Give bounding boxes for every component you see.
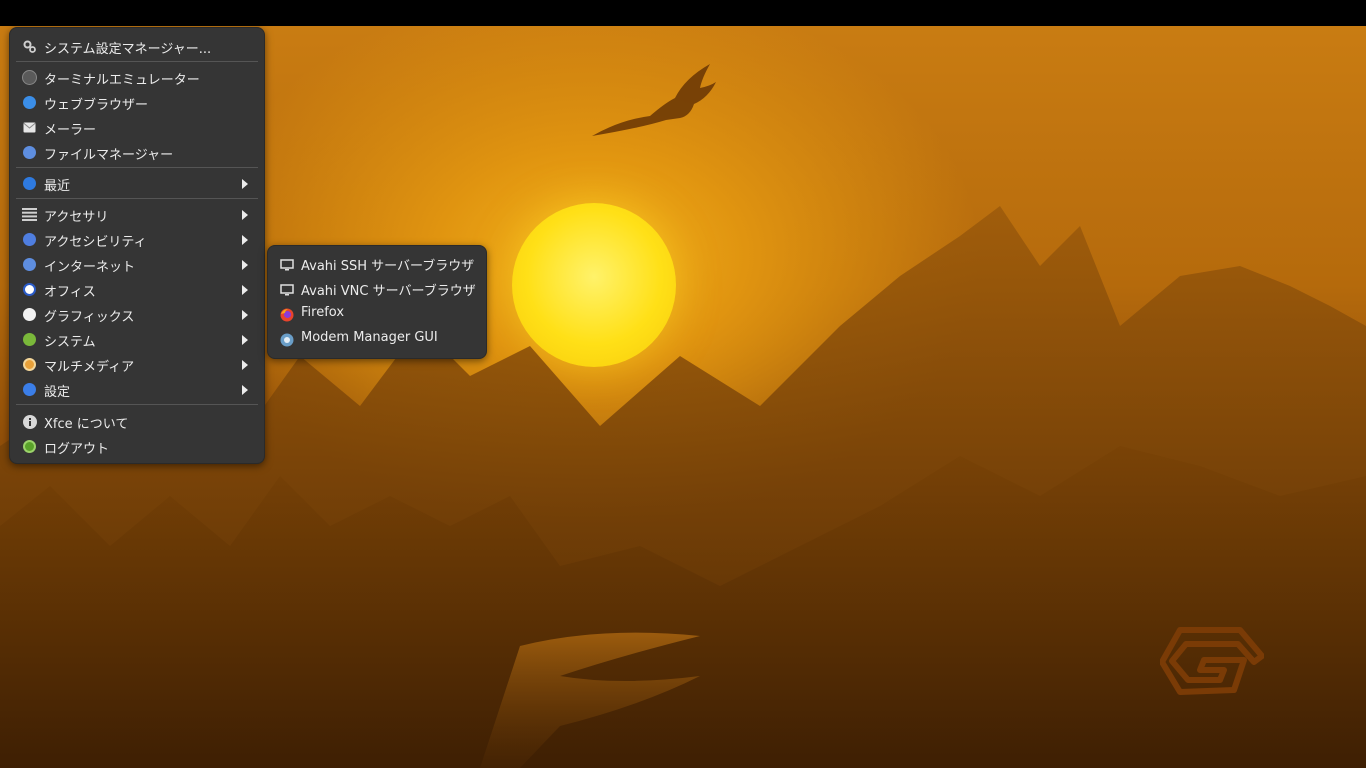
menu-item-label: 設定 xyxy=(44,385,71,400)
chevron-right-icon xyxy=(242,335,248,345)
menu-item-category-settings[interactable]: 設定 xyxy=(10,377,264,402)
menu-item-logout[interactable]: ログアウト xyxy=(10,434,264,459)
firefox-icon xyxy=(279,307,294,322)
menu-item-file-manager[interactable]: ファイルマネージャー xyxy=(10,140,264,165)
modem-manager-icon xyxy=(279,332,294,347)
system-icon xyxy=(22,332,37,347)
submenu-item-label: Firefox xyxy=(301,305,345,320)
submenu-item-avahi-ssh[interactable]: Avahi SSH サーバーブラウザ xyxy=(268,252,486,277)
accessibility-icon xyxy=(22,232,37,247)
web-browser-icon xyxy=(22,95,37,110)
eagle-graphic xyxy=(592,64,716,136)
multimedia-icon xyxy=(22,357,37,372)
settings-gear-icon xyxy=(22,39,37,54)
applications-menu: システム設定マネージャー... ターミナルエミュレーター ウェブブラウザー メー… xyxy=(9,27,265,464)
menu-separator xyxy=(16,167,258,168)
menu-item-mail[interactable]: メーラー xyxy=(10,115,264,140)
menu-separator xyxy=(16,61,258,62)
submenu-item-label: Modem Manager GUI xyxy=(301,330,438,345)
submenu-item-label: Avahi SSH サーバーブラウザ xyxy=(301,259,475,274)
chevron-right-icon xyxy=(242,360,248,370)
menu-item-label: ターミナルエミュレーター xyxy=(44,73,200,88)
menu-item-label: ログアウト xyxy=(44,442,110,457)
menu-item-web-browser[interactable]: ウェブブラウザー xyxy=(10,90,264,115)
menu-item-label: システム設定マネージャー... xyxy=(44,42,212,57)
menu-item-label: メーラー xyxy=(44,123,97,138)
recent-icon xyxy=(22,176,37,191)
menu-item-label: アクセサリ xyxy=(44,210,109,225)
logout-icon xyxy=(22,439,37,454)
distro-logo xyxy=(1160,627,1264,695)
menu-item-category-accessibility[interactable]: アクセシビリティ xyxy=(10,227,264,252)
chevron-right-icon xyxy=(242,285,248,295)
menu-item-category-graphics[interactable]: グラフィックス xyxy=(10,302,264,327)
file-manager-icon xyxy=(22,145,37,160)
chevron-right-icon xyxy=(242,210,248,220)
menu-item-label: マルチメディア xyxy=(44,360,135,375)
menu-item-label: ファイルマネージャー xyxy=(44,148,174,163)
menu-separator xyxy=(16,404,258,405)
submenu-item-label: Avahi VNC サーバーブラウザ xyxy=(301,284,476,299)
menu-item-label: オフィス xyxy=(44,285,96,300)
terminal-icon xyxy=(22,70,37,85)
menu-item-settings-manager[interactable]: システム設定マネージャー... xyxy=(10,34,264,59)
menu-item-label: アクセシビリティ xyxy=(44,235,147,250)
menu-item-label: ウェブブラウザー xyxy=(44,98,149,113)
top-panel xyxy=(0,0,1366,26)
menu-item-label: 最近 xyxy=(44,179,71,194)
settings-icon xyxy=(22,382,37,397)
menu-item-label: グラフィックス xyxy=(44,310,135,325)
menu-item-label: インターネット xyxy=(44,260,136,275)
menu-item-terminal[interactable]: ターミナルエミュレーター xyxy=(10,65,264,90)
office-icon xyxy=(22,282,37,297)
graphics-icon xyxy=(22,307,37,322)
submenu-item-firefox[interactable]: Firefox xyxy=(268,302,486,327)
monitor-icon xyxy=(279,282,294,297)
menu-item-recent[interactable]: 最近 xyxy=(10,171,264,196)
mail-icon xyxy=(22,120,37,135)
menu-separator xyxy=(16,198,258,199)
submenu-item-modem-manager[interactable]: Modem Manager GUI xyxy=(268,327,486,352)
menu-item-category-accessories[interactable]: アクセサリ xyxy=(10,202,264,227)
menu-item-category-multimedia[interactable]: マルチメディア xyxy=(10,352,264,377)
chevron-right-icon xyxy=(242,310,248,320)
internet-icon xyxy=(22,257,37,272)
list-icon xyxy=(22,207,37,222)
menu-item-label: システム xyxy=(44,335,96,350)
menu-item-about-xfce[interactable]: Xfce について xyxy=(10,409,264,434)
menu-item-category-internet[interactable]: インターネット xyxy=(10,252,264,277)
chevron-right-icon xyxy=(242,235,248,245)
menu-item-category-office[interactable]: オフィス xyxy=(10,277,264,302)
internet-submenu: Avahi SSH サーバーブラウザ Avahi VNC サーバーブラウザ Fi… xyxy=(267,245,487,359)
chevron-right-icon xyxy=(242,260,248,270)
menu-item-category-system[interactable]: システム xyxy=(10,327,264,352)
chevron-right-icon xyxy=(242,385,248,395)
chevron-right-icon xyxy=(242,179,248,189)
menu-item-label: Xfce について xyxy=(44,417,129,432)
submenu-item-avahi-vnc[interactable]: Avahi VNC サーバーブラウザ xyxy=(268,277,486,302)
info-icon xyxy=(22,414,37,429)
monitor-icon xyxy=(279,257,294,272)
